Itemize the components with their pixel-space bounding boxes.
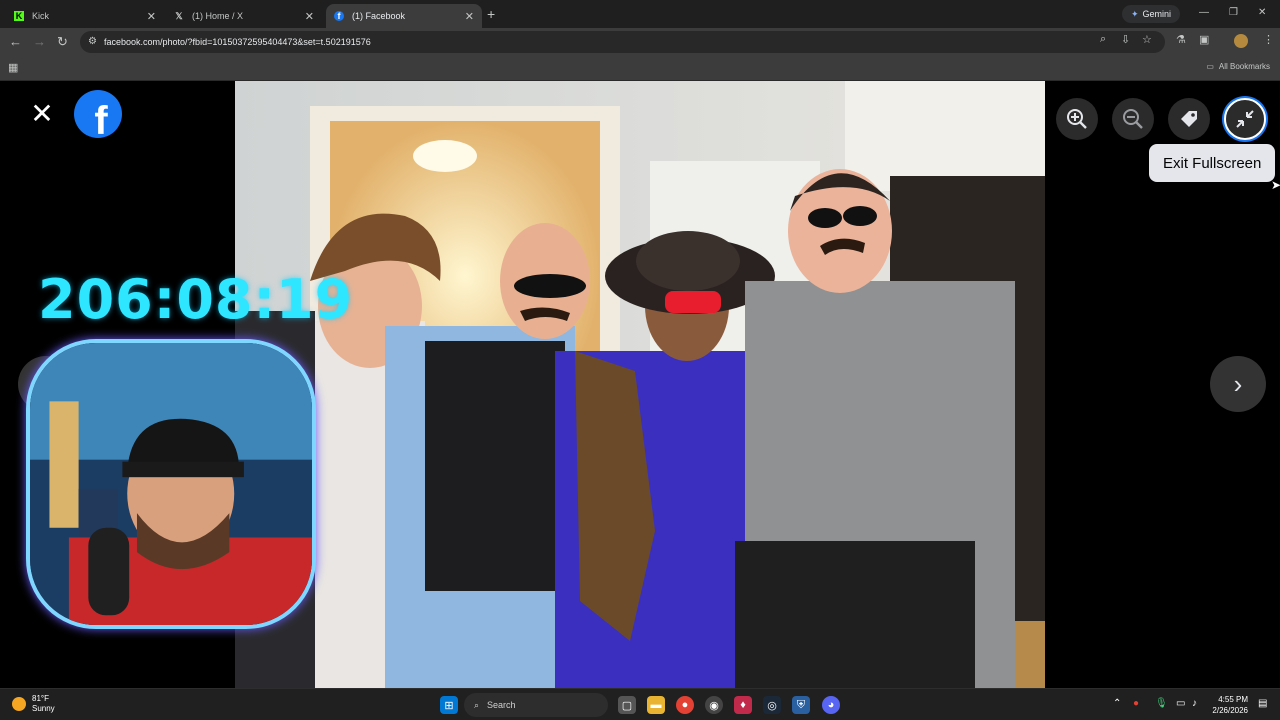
gemini-button[interactable]: ✦ Gemini <box>1122 5 1181 23</box>
url-text: facebook.com/photo/?fbid=101503725954044… <box>104 37 371 47</box>
windows-start-icon[interactable]: ⊞ <box>440 696 458 714</box>
address-bar[interactable]: ⚙ facebook.com/photo/?fbid=1015037259540… <box>80 31 1165 53</box>
file-explorer-icon[interactable]: ▬ <box>647 696 665 714</box>
webcam-overlay <box>26 339 316 629</box>
browser-toolbar: ← → ↻ ⚙ facebook.com/photo/?fbid=1015037… <box>0 28 1280 56</box>
zoom-in-button[interactable] <box>1056 98 1098 140</box>
forward-button[interactable]: → <box>33 34 46 49</box>
discord-icon[interactable]: ◕ <box>822 696 840 714</box>
zoom-out-icon <box>1123 109 1143 129</box>
network-icon[interactable]: ▭ <box>1176 698 1185 709</box>
bookmark-star-icon[interactable]: ☆ <box>1142 33 1152 46</box>
site-info-icon[interactable]: ⚙ <box>88 36 97 47</box>
zoom-icon[interactable]: ⌕ <box>1100 33 1106 46</box>
next-photo-button[interactable]: › <box>1210 356 1266 412</box>
reload-button[interactable]: ↻ <box>57 34 68 50</box>
weather-temp: 81°F <box>32 694 49 703</box>
avatar[interactable] <box>1234 34 1248 48</box>
chrome-icon[interactable]: ● <box>676 696 694 714</box>
facebook-logo[interactable]: f <box>74 90 122 138</box>
restore-button[interactable]: ❐ <box>1229 7 1238 18</box>
kick-icon: K <box>14 11 24 21</box>
steam-icon[interactable]: ◎ <box>763 696 781 714</box>
tag-icon <box>1181 111 1197 127</box>
exit-fullscreen-button[interactable] <box>1224 98 1266 140</box>
weather-widget[interactable]: 81°F Sunny <box>12 694 55 714</box>
tray-app-icon[interactable]: ● <box>1133 698 1139 709</box>
close-icon[interactable]: ✕ <box>305 10 314 23</box>
bookmarks-bar: ▦ ▭ All Bookmarks <box>0 56 1280 81</box>
gemini-label: Gemini <box>1142 9 1172 19</box>
apps-grid-icon[interactable]: ▦ <box>8 61 18 74</box>
volume-icon[interactable]: ♪ <box>1192 698 1197 709</box>
new-tab-button[interactable]: + <box>487 6 495 22</box>
facebook-icon: f <box>334 11 344 21</box>
exit-fullscreen-icon <box>1236 110 1254 128</box>
tab-strip: K Kick ✕ 𝕏 (1) Home / X ✕ f (1) Facebook… <box>0 0 1280 28</box>
tab-title: Kick <box>32 11 50 21</box>
chevron-up-icon[interactable]: ⌃ <box>1113 698 1121 709</box>
app-pin-icon[interactable]: ♦ <box>734 696 752 714</box>
minimize-button[interactable]: — <box>1199 7 1209 18</box>
weather-desc: Sunny <box>32 704 55 713</box>
microphone-icon[interactable]: 🎙 <box>1155 698 1168 709</box>
tab-title: (1) Facebook <box>352 11 406 21</box>
close-icon[interactable]: ✕ <box>147 10 156 23</box>
all-bookmarks-label: All Bookmarks <box>1218 62 1270 71</box>
notification-icon[interactable]: ▤ <box>1258 698 1267 709</box>
folder-icon: ▭ <box>1206 62 1214 71</box>
stream-timer: 206:08:19 <box>38 268 354 331</box>
photo[interactable] <box>235 81 1045 688</box>
sun-icon <box>12 697 26 711</box>
close-icon[interactable]: ✕ <box>465 10 474 23</box>
obs-icon[interactable]: ◉ <box>705 696 723 714</box>
search-icon: ⌕ <box>474 699 480 710</box>
chevron-right-icon: › <box>1233 368 1243 399</box>
extensions-icon[interactable]: ⚗ <box>1176 33 1186 46</box>
menu-icon[interactable]: ⋮ <box>1263 33 1274 46</box>
install-icon[interactable]: ⇩ <box>1121 33 1130 46</box>
window-close-button[interactable]: ✕ <box>1258 7 1266 18</box>
task-view-icon[interactable]: ▢ <box>618 696 636 714</box>
system-clock[interactable]: 4:55 PM 2/26/2026 <box>1212 694 1248 716</box>
zoom-in-icon <box>1067 109 1087 129</box>
search-placeholder: Search <box>487 700 516 710</box>
sidepanel-icon[interactable]: ▣ <box>1199 33 1209 46</box>
tab-kick[interactable]: K Kick ✕ <box>6 4 164 28</box>
tab-title: (1) Home / X <box>192 11 244 21</box>
clock-date: 2/26/2026 <box>1212 706 1248 715</box>
webcam-image <box>30 343 312 625</box>
party-photo-image <box>235 81 1045 688</box>
x-icon: 𝕏 <box>175 10 183 21</box>
tab-facebook[interactable]: f (1) Facebook ✕ <box>326 4 482 28</box>
zoom-out-button[interactable] <box>1112 98 1154 140</box>
mouse-cursor-icon: ➤ <box>1271 178 1280 192</box>
taskbar-search[interactable]: ⌕ Search <box>464 693 608 717</box>
tag-button[interactable] <box>1168 98 1210 140</box>
sparkle-icon: ✦ <box>1131 8 1139 19</box>
all-bookmarks-button[interactable]: ▭ All Bookmarks <box>1206 62 1270 71</box>
shield-app-icon[interactable]: ⛨ <box>792 696 810 714</box>
close-viewer-button[interactable]: ✕ <box>28 100 56 128</box>
windows-taskbar: 81°F Sunny ⊞ ⌕ Search ▢ ▬ ● ◉ ♦ ◎ ⛨ ◕ ⌃ … <box>0 688 1280 720</box>
clock-time: 4:55 PM <box>1218 695 1248 704</box>
tab-x[interactable]: 𝕏 (1) Home / X ✕ <box>166 4 322 28</box>
back-button[interactable]: ← <box>9 34 22 49</box>
exit-fullscreen-tooltip: Exit Fullscreen <box>1149 144 1276 182</box>
